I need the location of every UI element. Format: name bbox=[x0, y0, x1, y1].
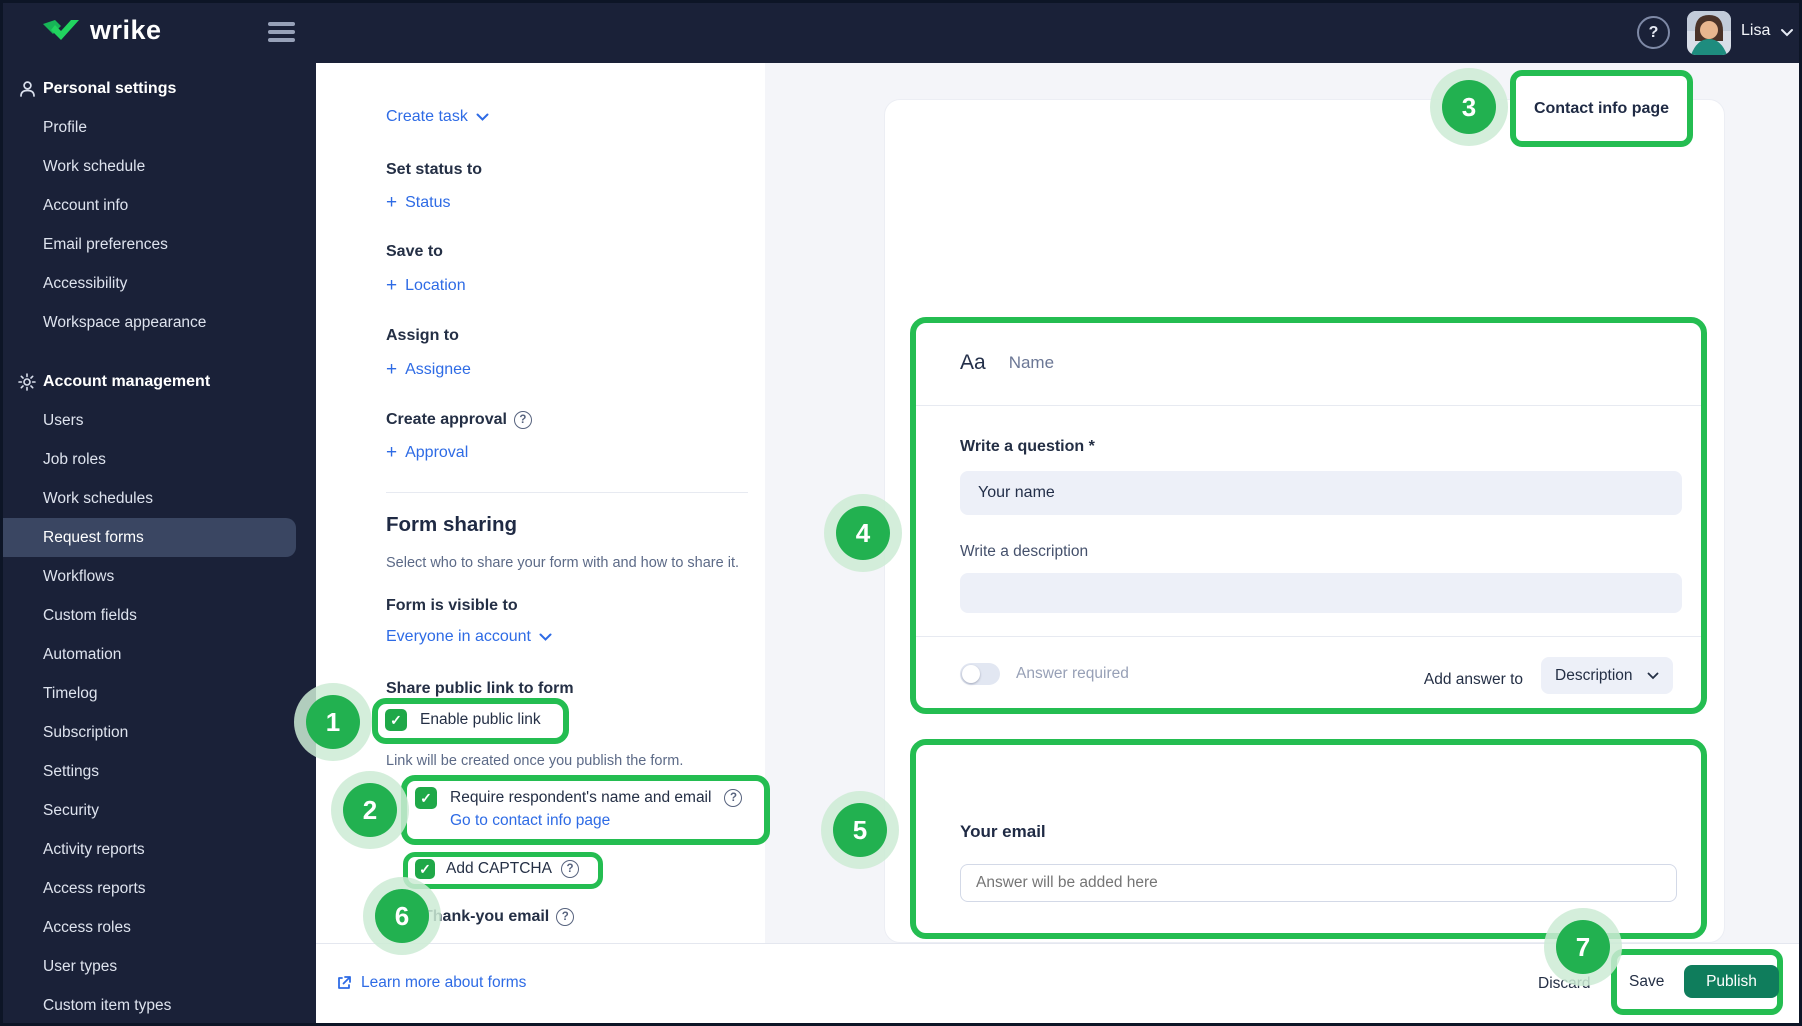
wrike-logo-icon bbox=[41, 16, 81, 46]
sidebar-item-user-types[interactable]: User types bbox=[3, 947, 316, 986]
learn-more-link[interactable]: Learn more about forms bbox=[336, 974, 526, 992]
sidebar-item-access-reports[interactable]: Access reports bbox=[3, 869, 316, 908]
sidebar-item-custom-fields[interactable]: Custom fields bbox=[3, 596, 316, 635]
share-public-link-label: Share public link to form bbox=[386, 680, 574, 697]
wrike-logo[interactable]: wrike bbox=[41, 15, 162, 46]
top-bar: wrike ? Lisa bbox=[3, 3, 1799, 63]
annotation-box-require-respondent: ✓ Require respondent's name and email ? … bbox=[401, 775, 770, 845]
annotation-circle-6: 6 bbox=[375, 889, 429, 943]
add-answer-to-dropdown[interactable]: Description bbox=[1541, 657, 1673, 694]
help-icon[interactable]: ? bbox=[560, 860, 579, 878]
user-name[interactable]: Lisa bbox=[1741, 22, 1770, 40]
create-approval-label: Create approval ? bbox=[386, 411, 532, 429]
sidebar-personal-items: Profile Work schedule Account info Email pr… bbox=[3, 108, 316, 342]
sidebar-item-access-roles[interactable]: Access roles bbox=[3, 908, 316, 947]
require-respondent-label[interactable]: Require respondent's name and email bbox=[450, 789, 711, 807]
contact-info-page-tab[interactable]: Contact info page bbox=[1510, 70, 1693, 147]
sidebar-item-automation[interactable]: Automation bbox=[3, 635, 316, 674]
write-question-label: Write a question * bbox=[960, 438, 1095, 455]
sidebar-item-security[interactable]: Security bbox=[3, 791, 316, 830]
your-email-label: Your email bbox=[960, 822, 1046, 841]
annotation-circle-4: 4 bbox=[836, 506, 890, 560]
help-icon[interactable]: ? bbox=[513, 411, 532, 429]
sidebar-item-account-info[interactable]: Account info bbox=[3, 186, 316, 225]
text-field-type-icon: Aa bbox=[960, 351, 986, 374]
answer-required-toggle[interactable] bbox=[960, 663, 1000, 685]
help-icon[interactable]: ? bbox=[556, 908, 575, 926]
discard-button[interactable]: Discard bbox=[1538, 975, 1591, 993]
sidebar-item-work-schedules[interactable]: Work schedules bbox=[3, 479, 316, 518]
form-visible-label: Form is visible to bbox=[386, 597, 518, 614]
annotation-circle-5: 5 bbox=[833, 803, 887, 857]
person-icon bbox=[16, 69, 38, 108]
goto-contact-info-link[interactable]: Go to contact info page bbox=[450, 812, 764, 830]
add-status-link[interactable]: + Status bbox=[386, 192, 450, 214]
answer-required-label: Answer required bbox=[1016, 665, 1129, 682]
annotation-box-your-email: Your email bbox=[910, 739, 1707, 939]
sidebar-section-personal-settings[interactable]: Personal settings bbox=[3, 69, 316, 108]
require-respondent-checkbox[interactable]: ✓ bbox=[415, 787, 437, 809]
sidebar-item-job-roles[interactable]: Job roles bbox=[3, 440, 316, 479]
form-visible-dropdown[interactable]: Everyone in account bbox=[386, 628, 552, 646]
sidebar-section-account-management[interactable]: Account management bbox=[3, 362, 316, 401]
sidebar-item-workflows[interactable]: Workflows bbox=[3, 557, 316, 596]
annotation-box-name-question: Aa Name Write a question * Write a descr… bbox=[910, 317, 1707, 714]
sidebar-item-activity-reports[interactable]: Activity reports bbox=[3, 830, 316, 869]
avatar[interactable] bbox=[1687, 11, 1731, 55]
help-icon[interactable]: ? bbox=[1637, 16, 1670, 49]
annotation-box-captcha: ✓ Add CAPTCHA ? bbox=[403, 852, 603, 889]
annotation-circle-3: 3 bbox=[1442, 80, 1496, 134]
captcha-checkbox[interactable]: ✓ bbox=[415, 859, 435, 879]
app-window: wrike ? Lisa Personal settings Profile Wo… bbox=[0, 0, 1802, 1026]
sidebar-account-items: Users Job roles Work schedules Request form… bbox=[3, 401, 316, 1023]
annotation-circle-1: 1 bbox=[306, 695, 360, 749]
annotation-box-save-publish: Save Publish bbox=[1611, 949, 1783, 1015]
sidebar-item-profile[interactable]: Profile bbox=[3, 108, 316, 147]
enable-public-link-label[interactable]: Enable public link bbox=[420, 711, 541, 729]
thank-you-email-label: Thank-you email ? bbox=[423, 908, 575, 926]
save-to-label: Save to bbox=[386, 243, 443, 260]
enable-public-link-checkbox[interactable]: ✓ bbox=[385, 709, 407, 731]
settings-sidebar: Personal settings Profile Work schedule Ac… bbox=[3, 63, 316, 1023]
link-note: Link will be created once you publish th… bbox=[386, 753, 684, 769]
sidebar-item-timelog[interactable]: Timelog bbox=[3, 674, 316, 713]
hamburger-menu-icon[interactable] bbox=[268, 22, 295, 44]
add-answer-to-label: Add answer to bbox=[1423, 671, 1523, 688]
set-status-label: Set status to bbox=[386, 161, 483, 178]
sidebar-item-accessibility[interactable]: Accessibility bbox=[3, 264, 316, 303]
add-assignee-link[interactable]: + Assignee bbox=[386, 359, 471, 381]
section-divider bbox=[386, 492, 748, 493]
description-input[interactable] bbox=[960, 573, 1682, 613]
save-button[interactable]: Save bbox=[1629, 973, 1664, 991]
assign-to-label: Assign to bbox=[386, 327, 459, 344]
form-sharing-title: Form sharing bbox=[386, 513, 517, 536]
sidebar-item-subscription[interactable]: Subscription bbox=[3, 713, 316, 752]
email-answer-input[interactable] bbox=[960, 864, 1677, 902]
add-approval-link[interactable]: + Approval bbox=[386, 442, 468, 464]
sidebar-item-custom-item-types[interactable]: Custom item types bbox=[3, 986, 316, 1023]
sidebar-item-email-preferences[interactable]: Email preferences bbox=[3, 225, 316, 264]
annotation-circle-2: 2 bbox=[343, 783, 397, 837]
annotation-box-enable-public-link: ✓ Enable public link bbox=[372, 698, 569, 744]
wrike-logo-text: wrike bbox=[90, 15, 162, 45]
chevron-down-icon[interactable] bbox=[1780, 28, 1794, 37]
write-description-label: Write a description bbox=[960, 543, 1089, 560]
help-icon[interactable]: ? bbox=[724, 789, 743, 807]
create-task-dropdown[interactable]: Create task bbox=[386, 108, 489, 126]
sidebar-item-settings[interactable]: Settings bbox=[3, 752, 316, 791]
captcha-label[interactable]: Add CAPTCHA bbox=[446, 860, 552, 878]
sidebar-item-request-forms[interactable]: Request forms bbox=[3, 518, 296, 557]
external-link-icon bbox=[336, 975, 352, 991]
sidebar-item-users[interactable]: Users bbox=[3, 401, 316, 440]
publish-button[interactable]: Publish bbox=[1684, 965, 1779, 998]
sidebar-item-work-schedule[interactable]: Work schedule bbox=[3, 147, 316, 186]
question-type-label[interactable]: Name bbox=[1009, 353, 1054, 373]
sidebar-item-workspace-appearance[interactable]: Workspace appearance bbox=[3, 303, 316, 342]
gear-icon bbox=[16, 362, 38, 401]
question-input[interactable] bbox=[960, 471, 1682, 515]
add-location-link[interactable]: + Location bbox=[386, 275, 466, 297]
annotation-circle-7: 7 bbox=[1556, 920, 1610, 974]
form-sharing-subtitle: Select who to share your form with and h… bbox=[386, 555, 740, 571]
